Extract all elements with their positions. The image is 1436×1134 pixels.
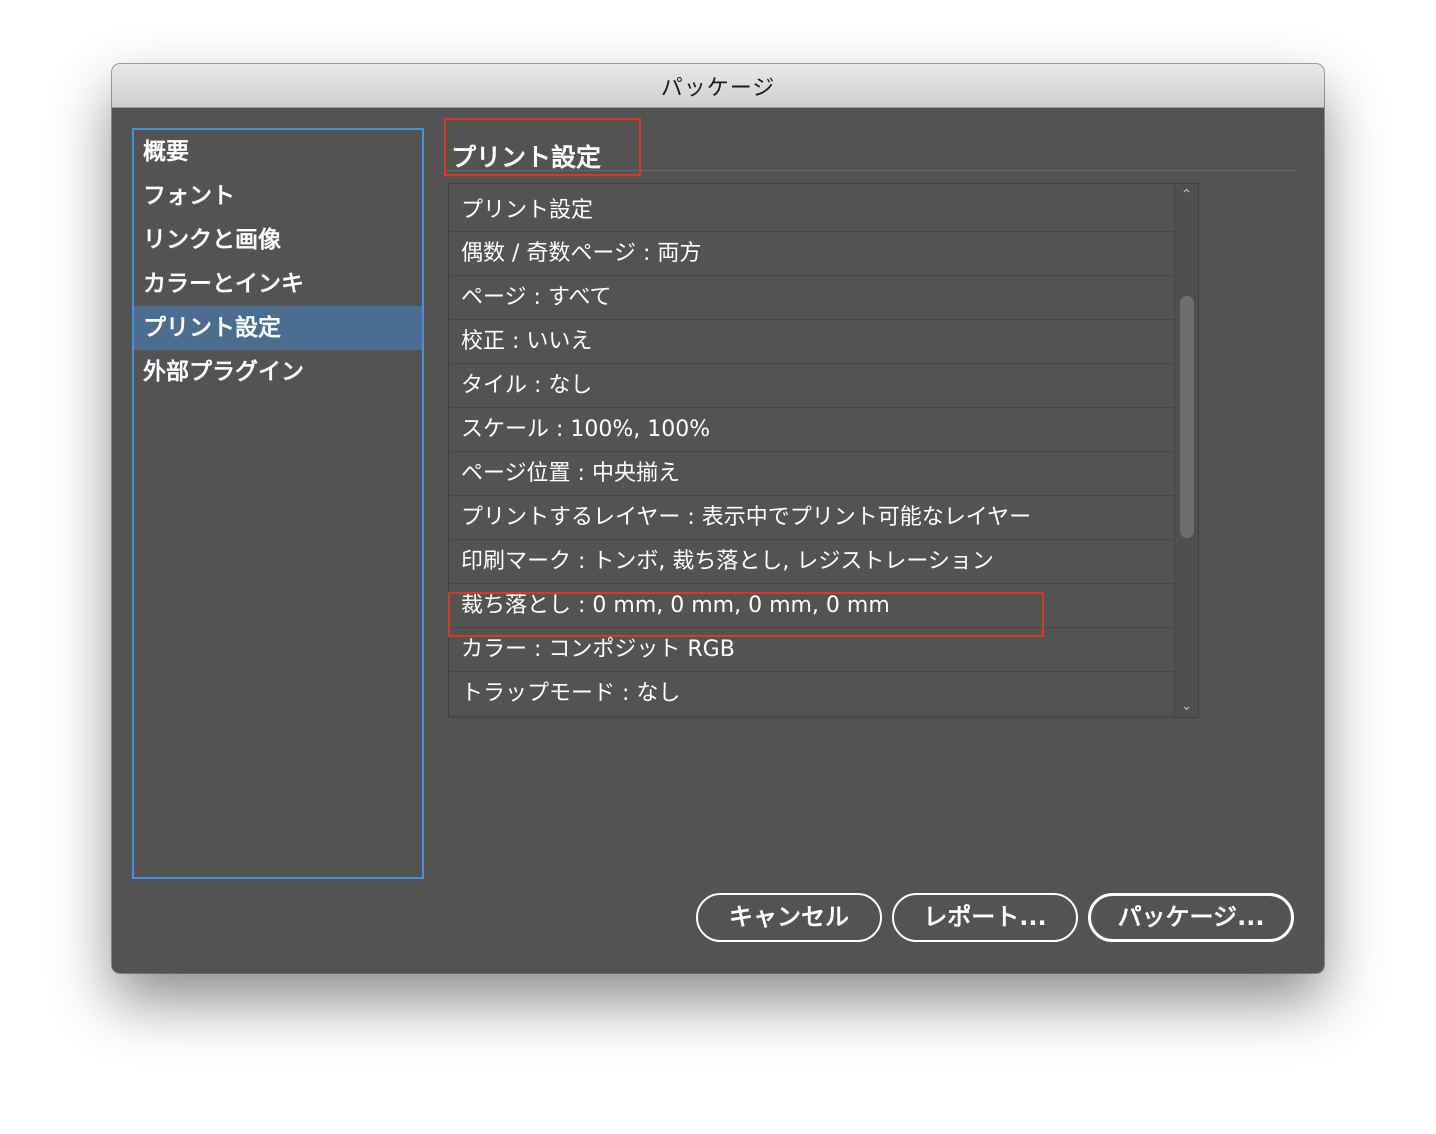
list-item: ページ位置 : 中央揃え	[449, 452, 1174, 496]
list-item: 偶数 / 奇数ページ : 両方	[449, 232, 1174, 276]
list-item: 裁ち落とし : 0 mm, 0 mm, 0 mm, 0 mm	[449, 584, 1174, 628]
package-button[interactable]: パッケージ...	[1088, 893, 1294, 942]
list-item: トラップモード : なし	[449, 672, 1174, 716]
sidebar-item-links-images[interactable]: リンクと画像	[134, 218, 422, 262]
vertical-scrollbar[interactable]: ⌃ ⌄	[1174, 184, 1198, 717]
list-item: カラー : コンポジット RGB	[449, 628, 1174, 672]
sidebar-item-print-settings[interactable]: プリント設定	[134, 306, 422, 350]
list-item: プリントするレイヤー : 表示中でプリント可能なレイヤー	[449, 496, 1174, 540]
list-item: スケール : 100%, 100%	[449, 408, 1174, 452]
report-button[interactable]: レポート...	[892, 893, 1078, 942]
scroll-down-icon[interactable]: ⌄	[1175, 695, 1198, 717]
list-item: プリント設定	[449, 184, 1174, 232]
sidebar: 概要 フォント リンクと画像 カラーとインキ プリント設定 外部プラグイン	[132, 128, 424, 879]
scroll-thumb[interactable]	[1180, 296, 1194, 538]
sidebar-item-colors-inks[interactable]: カラーとインキ	[134, 262, 422, 306]
sidebar-item-fonts[interactable]: フォント	[134, 174, 422, 218]
scroll-up-icon[interactable]: ⌃	[1175, 184, 1198, 206]
sidebar-item-external-plugins[interactable]: 外部プラグイン	[134, 350, 422, 394]
print-settings-list[interactable]: プリント設定 偶数 / 奇数ページ : 両方 ページ : すべて 校正 : いい…	[448, 183, 1199, 718]
sidebar-item-summary[interactable]: 概要	[134, 130, 422, 174]
window-title: パッケージ	[660, 75, 776, 101]
list-item: タイル : なし	[449, 364, 1174, 408]
list-item: 校正 : いいえ	[449, 320, 1174, 364]
cancel-button[interactable]: キャンセル	[696, 893, 882, 942]
list-item: 印刷マーク : トンボ, 裁ち落とし, レジストレーション	[449, 540, 1174, 584]
highlight-box-title	[444, 118, 641, 176]
list-content: プリント設定 偶数 / 奇数ページ : 両方 ページ : すべて 校正 : いい…	[449, 184, 1174, 717]
title-bar: パッケージ	[112, 64, 1324, 108]
package-dialog: パッケージ 概要 フォント リンクと画像 カラーとインキ プリント設定 外部プラ…	[112, 64, 1324, 973]
list-item: ページ : すべて	[449, 276, 1174, 320]
